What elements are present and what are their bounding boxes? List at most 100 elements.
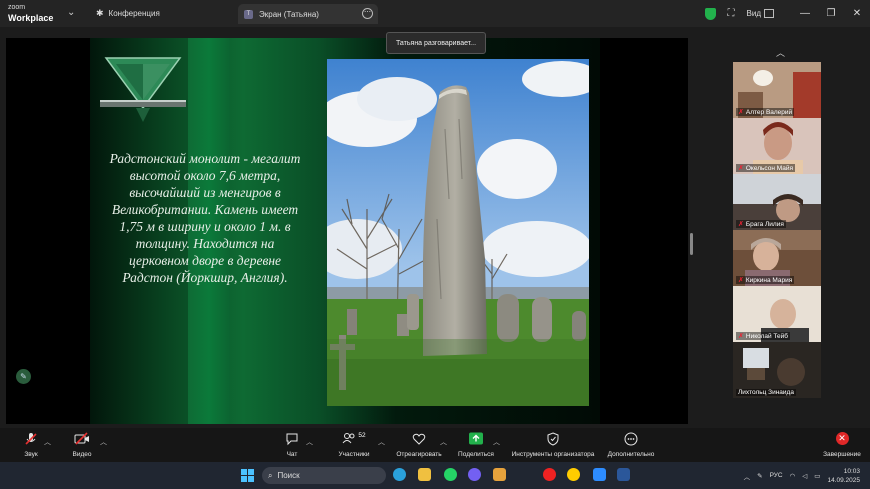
shared-screen: Радстонский монолит - мегалит высотой ок…: [6, 38, 688, 424]
taskbar-search[interactable]: ⌕ Поиск: [262, 467, 386, 484]
pen-icon[interactable]: ✎: [757, 472, 762, 480]
shield-icon: [547, 432, 559, 446]
minimize-button[interactable]: —: [792, 8, 818, 19]
more-dots-icon: [624, 432, 638, 446]
heart-icon: [412, 433, 426, 445]
share-label: Поделиться: [458, 451, 494, 458]
splitter-handle[interactable]: [690, 233, 693, 255]
restore-button[interactable]: ❐: [818, 8, 844, 19]
video-label: Видео: [72, 451, 92, 458]
yandex-browser-icon[interactable]: [567, 468, 580, 481]
security-shield-icon[interactable]: [704, 7, 716, 20]
react-button[interactable]: Отреагировать: [396, 432, 442, 458]
zoom-app-icon[interactable]: [593, 468, 606, 481]
system-tray: ︿ ✎ РУС ◠ ◁ ▭ 10:03 14.09.2025: [744, 462, 860, 489]
participant-name: ✗ Окельсон Майя: [736, 164, 796, 172]
mic-muted-icon: ✗: [738, 333, 744, 340]
participant-name: ✗ Алтер Валерий: [736, 108, 795, 116]
windows-taskbar: ⌕ Поиск ︿ ✎ РУС ◠ ◁ ▭ 10:03 14.09.2025: [0, 462, 870, 489]
end-meeting-button[interactable]: ✕ Завершение: [820, 432, 864, 458]
end-x-icon: ✕: [835, 432, 849, 445]
title-bar-controls: ⛶ Вид — ❐ ✕: [704, 0, 870, 27]
participants-icon: [342, 433, 355, 444]
wifi-icon[interactable]: ◠: [790, 472, 796, 480]
speaking-indicator: Татьяна разговаривает...: [386, 32, 486, 54]
opera-icon[interactable]: [543, 468, 556, 481]
title-bar: zoom Workplace ⌄ ✱ Конференция T Экран (…: [0, 0, 870, 27]
language-indicator[interactable]: РУС: [770, 472, 783, 479]
presentation-slide: Радстонский монолит - мегалит высотой ок…: [90, 38, 600, 424]
zoom-logo: zoom Workplace: [8, 4, 54, 23]
volume-icon[interactable]: ◁: [802, 472, 807, 480]
more-button[interactable]: Дополнительно: [606, 432, 656, 458]
participants-label: Участники: [338, 451, 370, 458]
conference-tab[interactable]: ✱ Конференция: [96, 8, 160, 19]
chat-label: Чат: [286, 451, 298, 458]
chat-options-caret-icon[interactable]: ︿: [306, 437, 313, 447]
react-options-caret-icon[interactable]: ︿: [440, 437, 447, 447]
audio-label: Звук: [24, 451, 38, 458]
zoom-window: zoom Workplace ⌄ ✱ Конференция T Экран (…: [0, 0, 870, 489]
fullscreen-icon[interactable]: ⛶: [728, 8, 735, 19]
video-button[interactable]: Видео: [71, 432, 93, 458]
participants-count: 52: [358, 432, 366, 439]
participant-name: ✗ Брага Лилия: [736, 220, 786, 228]
share-tab-icon: T: [244, 9, 253, 19]
mic-muted-icon: ✗: [738, 277, 744, 284]
mic-muted-icon: ✗: [738, 221, 744, 228]
share-options-caret-icon[interactable]: ︿: [493, 437, 500, 447]
chat-icon: [286, 433, 298, 446]
meeting-toolbar: Звук ︿ Видео ︿ Чат ︿ 52 Участники ︿ Отре…: [0, 428, 870, 462]
clock[interactable]: 10:03 14.09.2025: [827, 467, 860, 485]
more-options-icon[interactable]: ⋯: [362, 8, 373, 19]
share-tab[interactable]: T Экран (Татьяна) ⋯: [238, 4, 378, 24]
host-tools-label: Инструменты организатора: [511, 451, 595, 458]
mic-muted-icon: [25, 433, 37, 445]
whatsapp-icon[interactable]: [444, 468, 457, 481]
participant-name: ✗ Киркина Мария: [736, 276, 795, 284]
camera-off-icon: [74, 432, 89, 445]
participants-options-caret-icon[interactable]: ︿: [378, 437, 385, 447]
chat-button[interactable]: Чат: [282, 432, 302, 458]
participant-tile[interactable]: ✗ Киркина Мария: [733, 230, 821, 286]
telegram-icon[interactable]: [393, 468, 406, 481]
file-explorer-icon[interactable]: [418, 468, 431, 481]
participant-tile[interactable]: ✗ Окельсон Майя: [733, 118, 821, 174]
slide-text: Радстонский монолит - мегалит высотой ок…: [109, 151, 301, 285]
slide-emblem-icon: [100, 57, 186, 122]
chevron-up-icon[interactable]: ︿: [776, 46, 785, 59]
tray-expand-icon[interactable]: ︿: [744, 471, 751, 481]
annotate-pen-icon[interactable]: ✎: [16, 369, 31, 384]
windows-start-icon[interactable]: [241, 469, 254, 482]
search-placeholder: Поиск: [277, 471, 300, 480]
host-tools-button[interactable]: Инструменты организатора: [508, 432, 598, 458]
clock-date: 14.09.2025: [827, 476, 860, 484]
video-options-caret-icon[interactable]: ︿: [100, 437, 107, 447]
view-label[interactable]: Вид: [747, 9, 761, 18]
conference-label: Конференция: [108, 9, 160, 18]
participants-button[interactable]: 52 Участники: [336, 432, 372, 458]
participant-tile[interactable]: ✗ Брага Лилия: [733, 174, 821, 230]
end-label: Завершение: [823, 451, 861, 458]
more-label: Дополнительно: [607, 451, 655, 458]
react-label: Отреагировать: [396, 451, 442, 458]
clock-time: 10:03: [843, 467, 860, 475]
photos-icon[interactable]: [493, 468, 506, 481]
view-grid-icon[interactable]: [764, 9, 774, 18]
mic-muted-icon: ✗: [738, 109, 744, 116]
mic-muted-icon: ✗: [738, 165, 744, 172]
share-button[interactable]: Поделиться: [456, 432, 496, 458]
search-icon: ⌕: [268, 470, 273, 480]
audio-options-caret-icon[interactable]: ︿: [44, 437, 51, 447]
participant-tile[interactable]: ✗ Николай Тейб: [733, 286, 821, 342]
chevron-down-icon[interactable]: ⌄: [67, 7, 75, 18]
word-icon[interactable]: [617, 468, 630, 481]
share-screen-icon: [469, 432, 483, 445]
participant-name: Лихтольц Зинаида: [736, 389, 796, 396]
participant-tile[interactable]: ✗ Алтер Валерий: [733, 62, 821, 118]
participant-tile[interactable]: Лихтольц Зинаида: [733, 342, 821, 398]
close-button[interactable]: ✕: [844, 8, 870, 19]
battery-icon[interactable]: ▭: [814, 472, 820, 480]
viber-icon[interactable]: [468, 468, 481, 481]
audio-button[interactable]: Звук: [20, 432, 42, 458]
